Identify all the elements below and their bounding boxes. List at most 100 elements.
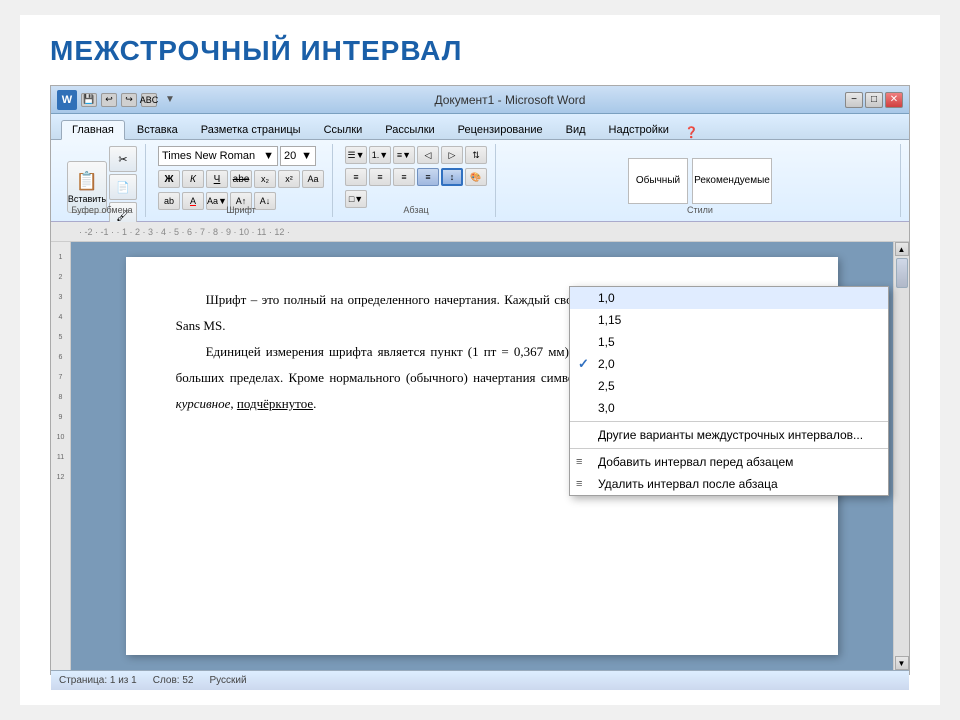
paragraph-row2: ≡ ≡ ≡ ≡ ↕ 🎨	[345, 168, 487, 186]
bold-button[interactable]: Ж	[158, 170, 180, 188]
size-dropdown-arrow[interactable]: ▼	[301, 150, 312, 162]
menu-item-2-0[interactable]: ✓ 2,0	[570, 353, 888, 375]
font-color-btn[interactable]: A	[182, 192, 204, 210]
font-name-selector[interactable]: Times New Roman ▼	[158, 146, 278, 166]
vertical-ruler: 1 2 3 4 5 6 7 8 9 10 11 12	[51, 242, 71, 670]
font-dropdown-arrow[interactable]: ▼	[263, 150, 274, 162]
tab-addins[interactable]: Надстройки	[598, 120, 680, 139]
close-button[interactable]: ✕	[885, 92, 903, 108]
strikethrough-button[interactable]: abe	[230, 170, 252, 188]
font-selector-row: Times New Roman ▼ 20 ▼	[158, 146, 316, 166]
status-bar: Страница: 1 из 1 Слов: 52 Русский	[51, 670, 909, 690]
maximize-button[interactable]: □	[865, 92, 883, 108]
save-quick-btn[interactable]: 💾	[81, 93, 97, 107]
tab-home[interactable]: Главная	[61, 120, 125, 140]
tab-insert[interactable]: Вставка	[126, 120, 189, 139]
paragraph-row1: ☰▼ 1.▼ ≡▼ ◁ ▷ ⇅	[345, 146, 487, 164]
highlight-btn[interactable]: ab	[158, 192, 180, 210]
tab-references[interactable]: Ссылки	[313, 120, 374, 139]
list-multilevel-btn[interactable]: ≡▼	[393, 146, 415, 164]
scroll-down-btn[interactable]: ▼	[895, 656, 909, 670]
menu-item-1-0-label: 1,0	[598, 291, 615, 305]
checkmark-icon: ✓	[578, 356, 589, 372]
tab-mailings[interactable]: Рассылки	[374, 120, 445, 139]
menu-item-2-5-label: 2,5	[598, 379, 615, 393]
underline-button[interactable]: Ч	[206, 170, 228, 188]
tab-page-layout[interactable]: Разметка страницы	[190, 120, 312, 139]
remove-after-label: Удалить интервал после абзаца	[598, 477, 778, 491]
paragraph-row3: □▼	[345, 190, 367, 208]
superscript-button[interactable]: x²	[278, 170, 300, 188]
aa-btn[interactable]: Aa	[302, 170, 324, 188]
list-bullets-btn[interactable]: ☰▼	[345, 146, 367, 164]
word-count: Слов: 52	[153, 675, 194, 686]
paragraph-group: ☰▼ 1.▼ ≡▼ ◁ ▷ ⇅ ≡ ≡ ≡ ≡ ↕ 🎨	[337, 144, 496, 217]
menu-divider-2	[570, 448, 888, 449]
menu-item-remove-after[interactable]: ≡ Удалить интервал после абзаца	[570, 473, 888, 495]
line-spacing-dropdown: 1,0 1,15 1,5 ✓ 2,0 2,5 3,0 Другие вариан…	[569, 286, 889, 496]
sort-btn[interactable]: ⇅	[465, 146, 487, 164]
menu-item-2-5[interactable]: 2,5	[570, 375, 888, 397]
border-btn[interactable]: □▼	[345, 190, 367, 208]
italic-button[interactable]: К	[182, 170, 204, 188]
list-numbers-btn[interactable]: 1.▼	[369, 146, 391, 164]
align-justify-btn[interactable]: ≡	[417, 168, 439, 186]
menu-divider-1	[570, 421, 888, 422]
style-heading-btn[interactable]: Рекомендуемые	[692, 158, 772, 204]
aa-caps-btn[interactable]: Aa▼	[206, 192, 228, 210]
subscript-button[interactable]: x₂	[254, 170, 276, 188]
redo-quick-btn[interactable]: ↪	[121, 93, 137, 107]
menu-item-1-5-label: 1,5	[598, 335, 615, 349]
document-title: Документ1 - Microsoft Word	[434, 93, 585, 107]
menu-item-1-15[interactable]: 1,15	[570, 309, 888, 331]
word-icon: W	[57, 90, 77, 110]
vertical-scrollbar: ▲ ▼	[893, 242, 909, 670]
help-icon[interactable]: ❓	[685, 126, 699, 139]
tab-review[interactable]: Рецензирование	[447, 120, 554, 139]
ruler-numbers: · -2 · -1 · · 1 · 2 · 3 · 4 · 5 · 6 · 7 …	[79, 227, 290, 237]
clipboard-small-btns: ✂ 📄 🖌	[109, 146, 137, 228]
indent-increase-btn[interactable]: ▷	[441, 146, 463, 164]
menu-item-1-0[interactable]: 1,0	[570, 287, 888, 309]
minimize-button[interactable]: −	[845, 92, 863, 108]
font-group: Times New Roman ▼ 20 ▼ Ж К Ч abe x₂	[150, 144, 333, 217]
remove-after-icon: ≡	[576, 478, 582, 490]
align-center-btn[interactable]: ≡	[369, 168, 391, 186]
undo-quick-btn[interactable]: ↩	[101, 93, 117, 107]
font-size-selector[interactable]: 20 ▼	[280, 146, 316, 166]
clipboard-group: 📋 Вставить ✂ 📄 🖌 Буфер обмена	[59, 144, 146, 217]
menu-item-3-0[interactable]: 3,0	[570, 397, 888, 419]
ribbon-tabs: Главная Вставка Разметка страницы Ссылки…	[51, 114, 909, 140]
page-info: Страница: 1 из 1	[59, 675, 137, 686]
spellcheck-quick-btn[interactable]: ABC	[141, 93, 157, 107]
quick-access-arrow[interactable]: ▼	[165, 94, 175, 105]
shading-btn[interactable]: 🎨	[465, 168, 487, 186]
other-options-label: Другие варианты междустрочных интервалов…	[598, 428, 863, 442]
menu-item-1-5[interactable]: 1,5	[570, 331, 888, 353]
styles-group: Обычный Рекомендуемые Стили	[500, 144, 901, 217]
cut-button[interactable]: ✂	[109, 146, 137, 172]
format-row: Ж К Ч abe x₂ x² Aa	[158, 170, 324, 188]
menu-item-1-15-label: 1,15	[598, 313, 621, 327]
format-row2: ab A Aa▼ A↑ A↓	[158, 192, 276, 210]
styles-label: Стили	[687, 205, 713, 215]
title-bar: W 💾 ↩ ↪ ABC ▼ Документ1 - Microsoft Word…	[51, 86, 909, 114]
page-title: МЕЖСТРОЧНЫЙ ИНТЕРВАЛ	[50, 35, 910, 67]
scroll-thumb[interactable]	[896, 258, 908, 288]
title-bar-left: W 💾 ↩ ↪ ABC ▼	[57, 90, 175, 110]
style-normal-btn[interactable]: Обычный	[628, 158, 688, 204]
align-left-btn[interactable]: ≡	[345, 168, 367, 186]
font-size-down-btn[interactable]: A↓	[254, 192, 276, 210]
tab-view[interactable]: Вид	[555, 120, 597, 139]
ribbon-toolbar: 📋 Вставить ✂ 📄 🖌 Буфер обмена	[51, 140, 909, 222]
clipboard-content: 📋 Вставить ✂ 📄 🖌	[67, 146, 137, 228]
scroll-up-btn[interactable]: ▲	[895, 242, 909, 256]
menu-item-add-before[interactable]: ≡ Добавить интервал перед абзацем	[570, 451, 888, 473]
line-spacing-btn[interactable]: ↕	[441, 168, 463, 186]
indent-decrease-btn[interactable]: ◁	[417, 146, 439, 164]
clipboard-label: Буфер обмена	[71, 205, 132, 215]
copy-button[interactable]: 📄	[109, 174, 137, 200]
add-before-label: Добавить интервал перед абзацем	[598, 455, 793, 469]
align-right-btn[interactable]: ≡	[393, 168, 415, 186]
menu-item-other-options[interactable]: Другие варианты междустрочных интервалов…	[570, 424, 888, 446]
